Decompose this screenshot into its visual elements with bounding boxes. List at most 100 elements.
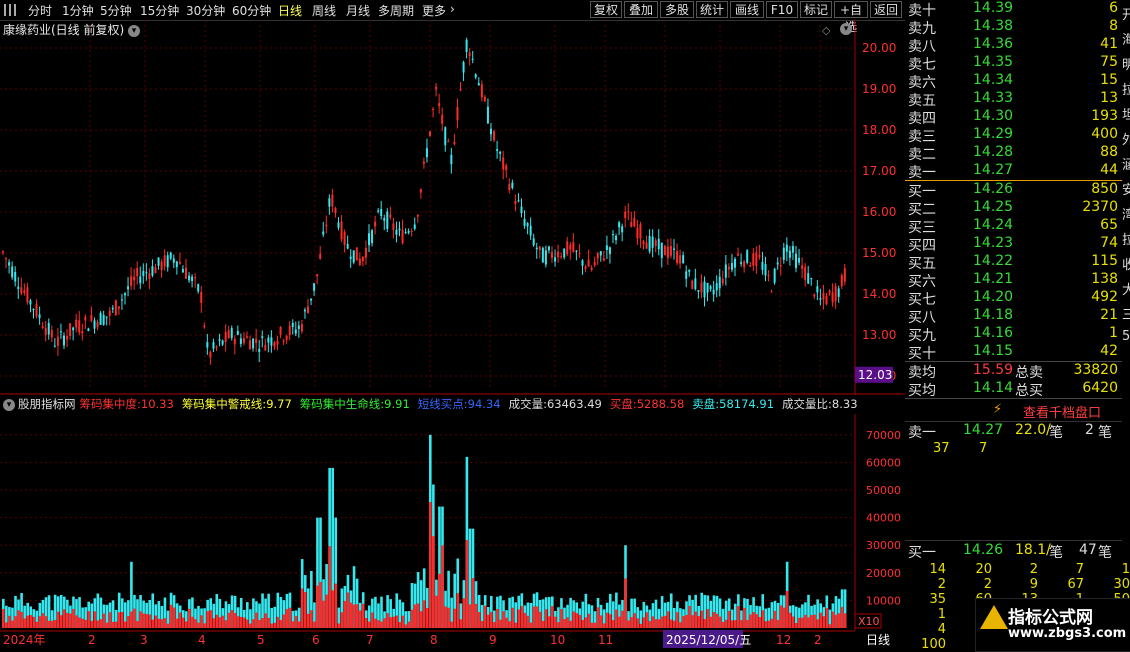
ask-label: 卖八 bbox=[908, 39, 936, 55]
bid-row[interactable]: 买八 14.18 21 bbox=[905, 307, 1122, 326]
bid-row[interactable]: 买五 14.22 115 bbox=[905, 253, 1122, 272]
volume-bar-buy bbox=[349, 602, 353, 628]
news-char[interactable]: 明 bbox=[1122, 54, 1130, 73]
bid-row[interactable]: 买二 14.25 2370 bbox=[905, 199, 1122, 218]
news-char[interactable]: 坦 bbox=[1122, 104, 1130, 123]
ask-row[interactable]: 卖一 14.27 44 bbox=[905, 162, 1122, 181]
period-tab-1[interactable]: 1分钟 bbox=[62, 2, 94, 19]
news-char[interactable]: 大 bbox=[1122, 279, 1130, 298]
candle-body bbox=[843, 268, 846, 282]
level2-header[interactable]: ⚡ 查看千档盘口 bbox=[905, 398, 1122, 422]
date-tick: 11 bbox=[598, 633, 613, 647]
period-tab-4[interactable]: 30分钟 bbox=[186, 2, 225, 19]
volume-bar-buy bbox=[154, 615, 158, 628]
level2-button[interactable]: 查看千档盘口 bbox=[1023, 402, 1101, 421]
level2-ask1-row[interactable]: 卖一 14.27 22.0/笔 2 笔 bbox=[905, 422, 1122, 441]
ask-row[interactable]: 卖二 14.28 88 bbox=[905, 144, 1122, 163]
ask-row[interactable]: 卖六 14.34 15 bbox=[905, 72, 1122, 91]
volume-bar-buy bbox=[371, 612, 374, 628]
toolbar-button-6[interactable]: 标记 bbox=[800, 1, 832, 18]
ask-row[interactable]: 卖八 14.36 41 bbox=[905, 36, 1122, 55]
ask-row[interactable]: 卖十 14.39 6 bbox=[905, 0, 1122, 19]
volume-bar-buy bbox=[843, 613, 847, 628]
bid-row[interactable]: 买九 14.16 1 bbox=[905, 325, 1122, 344]
period-tab-2[interactable]: 5分钟 bbox=[100, 2, 132, 19]
ask1-price: 14.27 bbox=[963, 422, 1004, 438]
candle-body bbox=[554, 257, 557, 262]
ask-price: 14.38 bbox=[973, 18, 1014, 34]
grid-menu-icon[interactable] bbox=[4, 4, 16, 16]
news-char[interactable]: 涵 bbox=[1122, 154, 1130, 173]
news-char[interactable]: 外 bbox=[1122, 129, 1130, 148]
volume-bar-buy bbox=[35, 621, 39, 628]
volume-bar-buy bbox=[511, 607, 514, 628]
volume-chart[interactable]: 70000 60000 50000 40000 30000 20000 10000 X10 bbox=[0, 396, 905, 632]
news-char[interactable]: 安 bbox=[1122, 179, 1130, 198]
toolbar-button-1[interactable]: 叠加 bbox=[624, 1, 658, 18]
date-tick: 5 bbox=[257, 633, 265, 647]
candle-body bbox=[435, 86, 438, 90]
news-char[interactable]: 5 bbox=[1122, 329, 1130, 344]
candle-body bbox=[14, 271, 17, 282]
ask-volume: 6 bbox=[1109, 0, 1118, 16]
news-char[interactable]: 湾 bbox=[1122, 204, 1130, 223]
toolbar-button-0[interactable]: 复权 bbox=[590, 1, 622, 18]
toolbar-button-3[interactable]: 统计 bbox=[696, 1, 728, 18]
volume-bar-buy bbox=[630, 617, 633, 628]
period-tab-6[interactable]: 日线 bbox=[278, 2, 302, 19]
date-tick: 6 bbox=[312, 633, 320, 647]
news-char[interactable]: 拉 bbox=[1122, 229, 1130, 248]
candle-body bbox=[337, 222, 340, 228]
level2-bid1-row[interactable]: 买一 14.26 18.1/笔 47 笔 bbox=[905, 542, 1122, 561]
bid-volume: 850 bbox=[1091, 181, 1118, 197]
volume-bar-buy bbox=[557, 622, 560, 628]
volume-bar-buy bbox=[523, 612, 527, 628]
bid-row[interactable]: 买一 14.26 850 bbox=[905, 181, 1122, 200]
toolbar-button-8[interactable]: 返回 bbox=[870, 1, 902, 18]
news-char[interactable]: 海 bbox=[1122, 29, 1130, 48]
bid-row[interactable]: 买十 14.15 42 bbox=[905, 343, 1122, 362]
news-char[interactable]: 收 bbox=[1122, 254, 1130, 273]
ask-row[interactable]: 卖四 14.30 193 bbox=[905, 108, 1122, 127]
news-char[interactable]: 开 bbox=[1122, 4, 1130, 23]
volume-bar-buy bbox=[813, 614, 816, 628]
candlestick-chart[interactable]: 20.00 19.00 18.00 17.00 16.00 15.00 14.00 13.00… bbox=[0, 20, 905, 395]
toolbar-button-5[interactable]: F10 bbox=[766, 1, 798, 18]
ask-row[interactable]: 卖五 14.33 13 bbox=[905, 90, 1122, 109]
candle-body bbox=[108, 310, 111, 316]
period-tab-8[interactable]: 月线 bbox=[346, 2, 370, 19]
bid-row[interactable]: 买六 14.21 138 bbox=[905, 271, 1122, 290]
volume-bar-buy bbox=[78, 617, 81, 628]
volume-bar-buy bbox=[142, 613, 145, 628]
candle-body bbox=[813, 294, 816, 297]
volume-bar-buy bbox=[538, 611, 542, 628]
bid-row[interactable]: 买七 14.20 492 bbox=[905, 289, 1122, 308]
ask-row[interactable]: 卖三 14.29 400 bbox=[905, 126, 1122, 145]
volume-bar-buy bbox=[26, 615, 29, 628]
ask-price: 14.35 bbox=[973, 54, 1014, 70]
candle-body bbox=[221, 340, 224, 345]
bid1-label: 买一 bbox=[908, 545, 936, 561]
chevron-right-icon[interactable]: › bbox=[450, 2, 455, 16]
bid-row[interactable]: 买四 14.23 74 bbox=[905, 235, 1122, 254]
candle-body bbox=[718, 276, 721, 289]
period-tab-3[interactable]: 15分钟 bbox=[140, 2, 179, 19]
period-tab-0[interactable]: 分时 bbox=[28, 2, 52, 19]
bid-row[interactable]: 买三 14.24 65 bbox=[905, 217, 1122, 236]
toolbar-button-2[interactable]: 多股 bbox=[660, 1, 694, 18]
volume-bar-buy bbox=[584, 617, 588, 628]
candle-body bbox=[682, 255, 685, 264]
news-char[interactable]: 拉 bbox=[1122, 79, 1130, 98]
period-tab-9[interactable]: 多周期 bbox=[378, 2, 414, 19]
ask-row[interactable]: 卖七 14.35 75 bbox=[905, 54, 1122, 73]
period-tab-5[interactable]: 60分钟 bbox=[232, 2, 271, 19]
toolbar-button-7[interactable]: +自选 bbox=[834, 1, 868, 34]
bid1-queue-item: 2 bbox=[983, 577, 992, 592]
toolbar-button-4[interactable]: 画线 bbox=[730, 1, 764, 18]
candle-body bbox=[770, 291, 773, 293]
news-char[interactable]: 三 bbox=[1122, 304, 1130, 323]
period-tab-7[interactable]: 周线 bbox=[312, 2, 336, 19]
ask-row[interactable]: 卖九 14.38 8 bbox=[905, 18, 1122, 37]
ask1-count-unit: 笔 bbox=[1098, 425, 1112, 441]
period-tab-10[interactable]: 更多 bbox=[422, 2, 446, 19]
